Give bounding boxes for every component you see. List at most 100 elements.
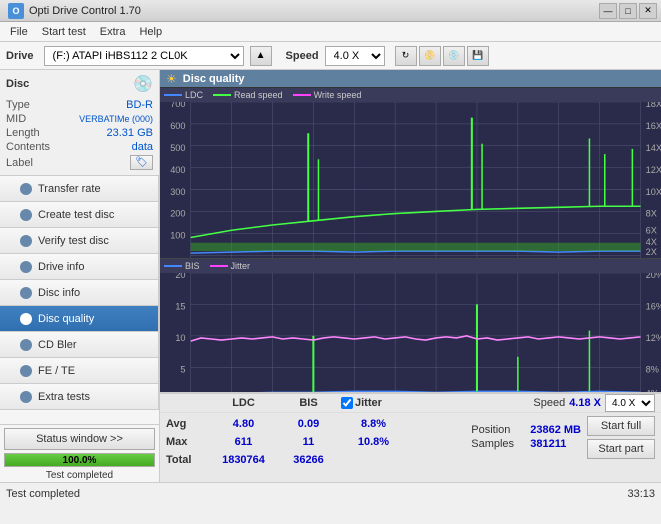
- panel-title: Disc quality: [183, 73, 245, 85]
- nav-fe-te[interactable]: FE / TE: [0, 358, 159, 384]
- disc-contents-label: Contents: [6, 141, 50, 153]
- stats-speed-select[interactable]: 4.0 X: [605, 394, 655, 412]
- svg-text:16X: 16X: [646, 121, 661, 131]
- nav-cd-bler[interactable]: CD Bler: [0, 332, 159, 358]
- disc-icon: 💿: [133, 74, 153, 94]
- bottom-time: 33:13: [627, 488, 655, 500]
- stats-total-bis: 36266: [276, 454, 341, 466]
- panel-header: ☀ Disc quality: [160, 70, 661, 88]
- svg-text:4%: 4%: [646, 389, 659, 392]
- menu-help[interactable]: Help: [133, 24, 168, 40]
- maximize-button[interactable]: □: [619, 3, 637, 19]
- stats-avg-label: Avg: [166, 418, 211, 430]
- disc-contents-value: data: [132, 141, 153, 153]
- speed-select[interactable]: 4.0 X: [325, 46, 385, 66]
- upper-chart-svg: 700 600 500 400 300 200 100 18X 16X 14X …: [160, 102, 661, 258]
- stats-avg-jitter: 8.8%: [341, 418, 406, 430]
- jitter-checkbox[interactable]: [341, 397, 353, 409]
- nav-transfer-rate[interactable]: Transfer rate: [0, 176, 159, 202]
- svg-text:20%: 20%: [646, 273, 661, 280]
- disc-length-value: 23.31 GB: [107, 127, 153, 139]
- stats-speed-display: 4.18 X: [569, 397, 601, 409]
- svg-text:8%: 8%: [646, 365, 659, 375]
- svg-text:200: 200: [170, 209, 185, 219]
- disc-label-label: Label: [6, 157, 33, 169]
- menu-file[interactable]: File: [4, 24, 34, 40]
- drivebar: Drive (F:) ATAPI iHBS112 2 CL0K ▲ Speed …: [0, 42, 661, 70]
- bottom-bar: Test completed 33:13: [0, 482, 661, 504]
- svg-text:2X: 2X: [646, 247, 657, 257]
- stats-ldc-header: LDC: [211, 397, 276, 409]
- svg-text:12X: 12X: [646, 165, 661, 175]
- start-part-button[interactable]: Start part: [587, 439, 655, 459]
- write-button[interactable]: 💿: [443, 46, 465, 66]
- stats-bar: LDC BIS Jitter Speed 4.18 X 4.0 X: [160, 392, 661, 482]
- close-button[interactable]: ✕: [639, 3, 657, 19]
- read-button[interactable]: 📀: [419, 46, 441, 66]
- nav-disc-info[interactable]: Disc info: [0, 280, 159, 306]
- svg-text:300: 300: [170, 187, 185, 197]
- disc-label-button[interactable]: 🏷: [130, 155, 153, 170]
- disc-mid-label: MID: [6, 113, 26, 125]
- svg-text:8X: 8X: [646, 209, 657, 219]
- svg-text:600: 600: [170, 121, 185, 131]
- legend-jitter: Jitter: [210, 261, 251, 271]
- disc-contents-row: Contents data: [6, 140, 153, 154]
- minimize-button[interactable]: —: [599, 3, 617, 19]
- eject-button[interactable]: ▲: [250, 46, 272, 66]
- disc-panel: Disc 💿 Type BD-R MID VERBATIMe (000) Len…: [0, 70, 159, 176]
- stats-max-ldc: 611: [211, 436, 276, 448]
- stats-total-row: Total 1830764 36266: [166, 451, 459, 469]
- svg-text:500: 500: [170, 143, 185, 153]
- legend-bis: BIS: [164, 261, 200, 271]
- position-label: Position: [471, 424, 526, 436]
- main-panel: ☀ Disc quality LDC Read speed: [160, 70, 661, 482]
- stats-max-jitter: 10.8%: [341, 436, 406, 448]
- menu-start-test[interactable]: Start test: [36, 24, 92, 40]
- svg-text:4X: 4X: [646, 237, 657, 247]
- svg-text:400: 400: [170, 165, 185, 175]
- disc-type-value: BD-R: [126, 99, 153, 111]
- stats-max-bis: 11: [276, 436, 341, 448]
- nav-verify-test-disc[interactable]: Verify test disc: [0, 228, 159, 254]
- refresh-button[interactable]: ↻: [395, 46, 417, 66]
- nav-extra-tests[interactable]: Extra tests: [0, 384, 159, 410]
- disc-length-label: Length: [6, 127, 40, 139]
- position-value: 23862 MB: [530, 424, 581, 436]
- nav-create-test-disc[interactable]: Create test disc: [0, 202, 159, 228]
- svg-text:20: 20: [175, 273, 185, 280]
- status-text: Test completed: [0, 469, 159, 482]
- disc-length-row: Length 23.31 GB: [6, 126, 153, 140]
- stats-avg-row: Avg 4.80 0.09 8.8%: [166, 415, 459, 433]
- drive-select[interactable]: (F:) ATAPI iHBS112 2 CL0K: [44, 46, 244, 66]
- svg-text:16%: 16%: [646, 302, 661, 312]
- start-full-button[interactable]: Start full: [587, 416, 655, 436]
- lower-chart-svg: 20 15 10 5 20% 16% 12% 8% 4% 0.0 2.5 5.0: [160, 273, 661, 392]
- titlebar-buttons: — □ ✕: [599, 3, 657, 19]
- stats-total-ldc: 1830764: [211, 454, 276, 466]
- svg-text:6X: 6X: [646, 225, 657, 235]
- svg-text:14X: 14X: [646, 143, 661, 153]
- stats-bis-header: BIS: [276, 397, 341, 409]
- app-title: Opti Drive Control 1.70: [29, 5, 141, 17]
- stats-max-row: Max 611 11 10.8%: [166, 433, 459, 451]
- stats-avg-bis: 0.09: [276, 418, 341, 430]
- stats-speed-label: Speed: [533, 397, 565, 409]
- status-window-button[interactable]: Status window >>: [4, 428, 155, 450]
- stats-total-label: Total: [166, 454, 211, 466]
- nav-drive-info[interactable]: Drive info: [0, 254, 159, 280]
- legend-read-speed: Read speed: [213, 90, 283, 100]
- svg-text:100: 100: [170, 230, 185, 240]
- disc-panel-title: Disc: [6, 78, 29, 90]
- stats-jitter-header: Jitter: [355, 397, 382, 409]
- progress-bar: 100.0%: [4, 453, 155, 467]
- menu-extra[interactable]: Extra: [94, 24, 132, 40]
- svg-text:10X: 10X: [646, 187, 661, 197]
- disc-mid-value: VERBATIMe (000): [79, 114, 153, 124]
- svg-text:18X: 18X: [646, 102, 661, 109]
- titlebar: O Opti Drive Control 1.70 — □ ✕: [0, 0, 661, 22]
- svg-text:700: 700: [170, 102, 185, 109]
- save-button[interactable]: 💾: [467, 46, 489, 66]
- nav-disc-quality[interactable]: Disc quality: [0, 306, 159, 332]
- svg-text:5: 5: [180, 365, 185, 375]
